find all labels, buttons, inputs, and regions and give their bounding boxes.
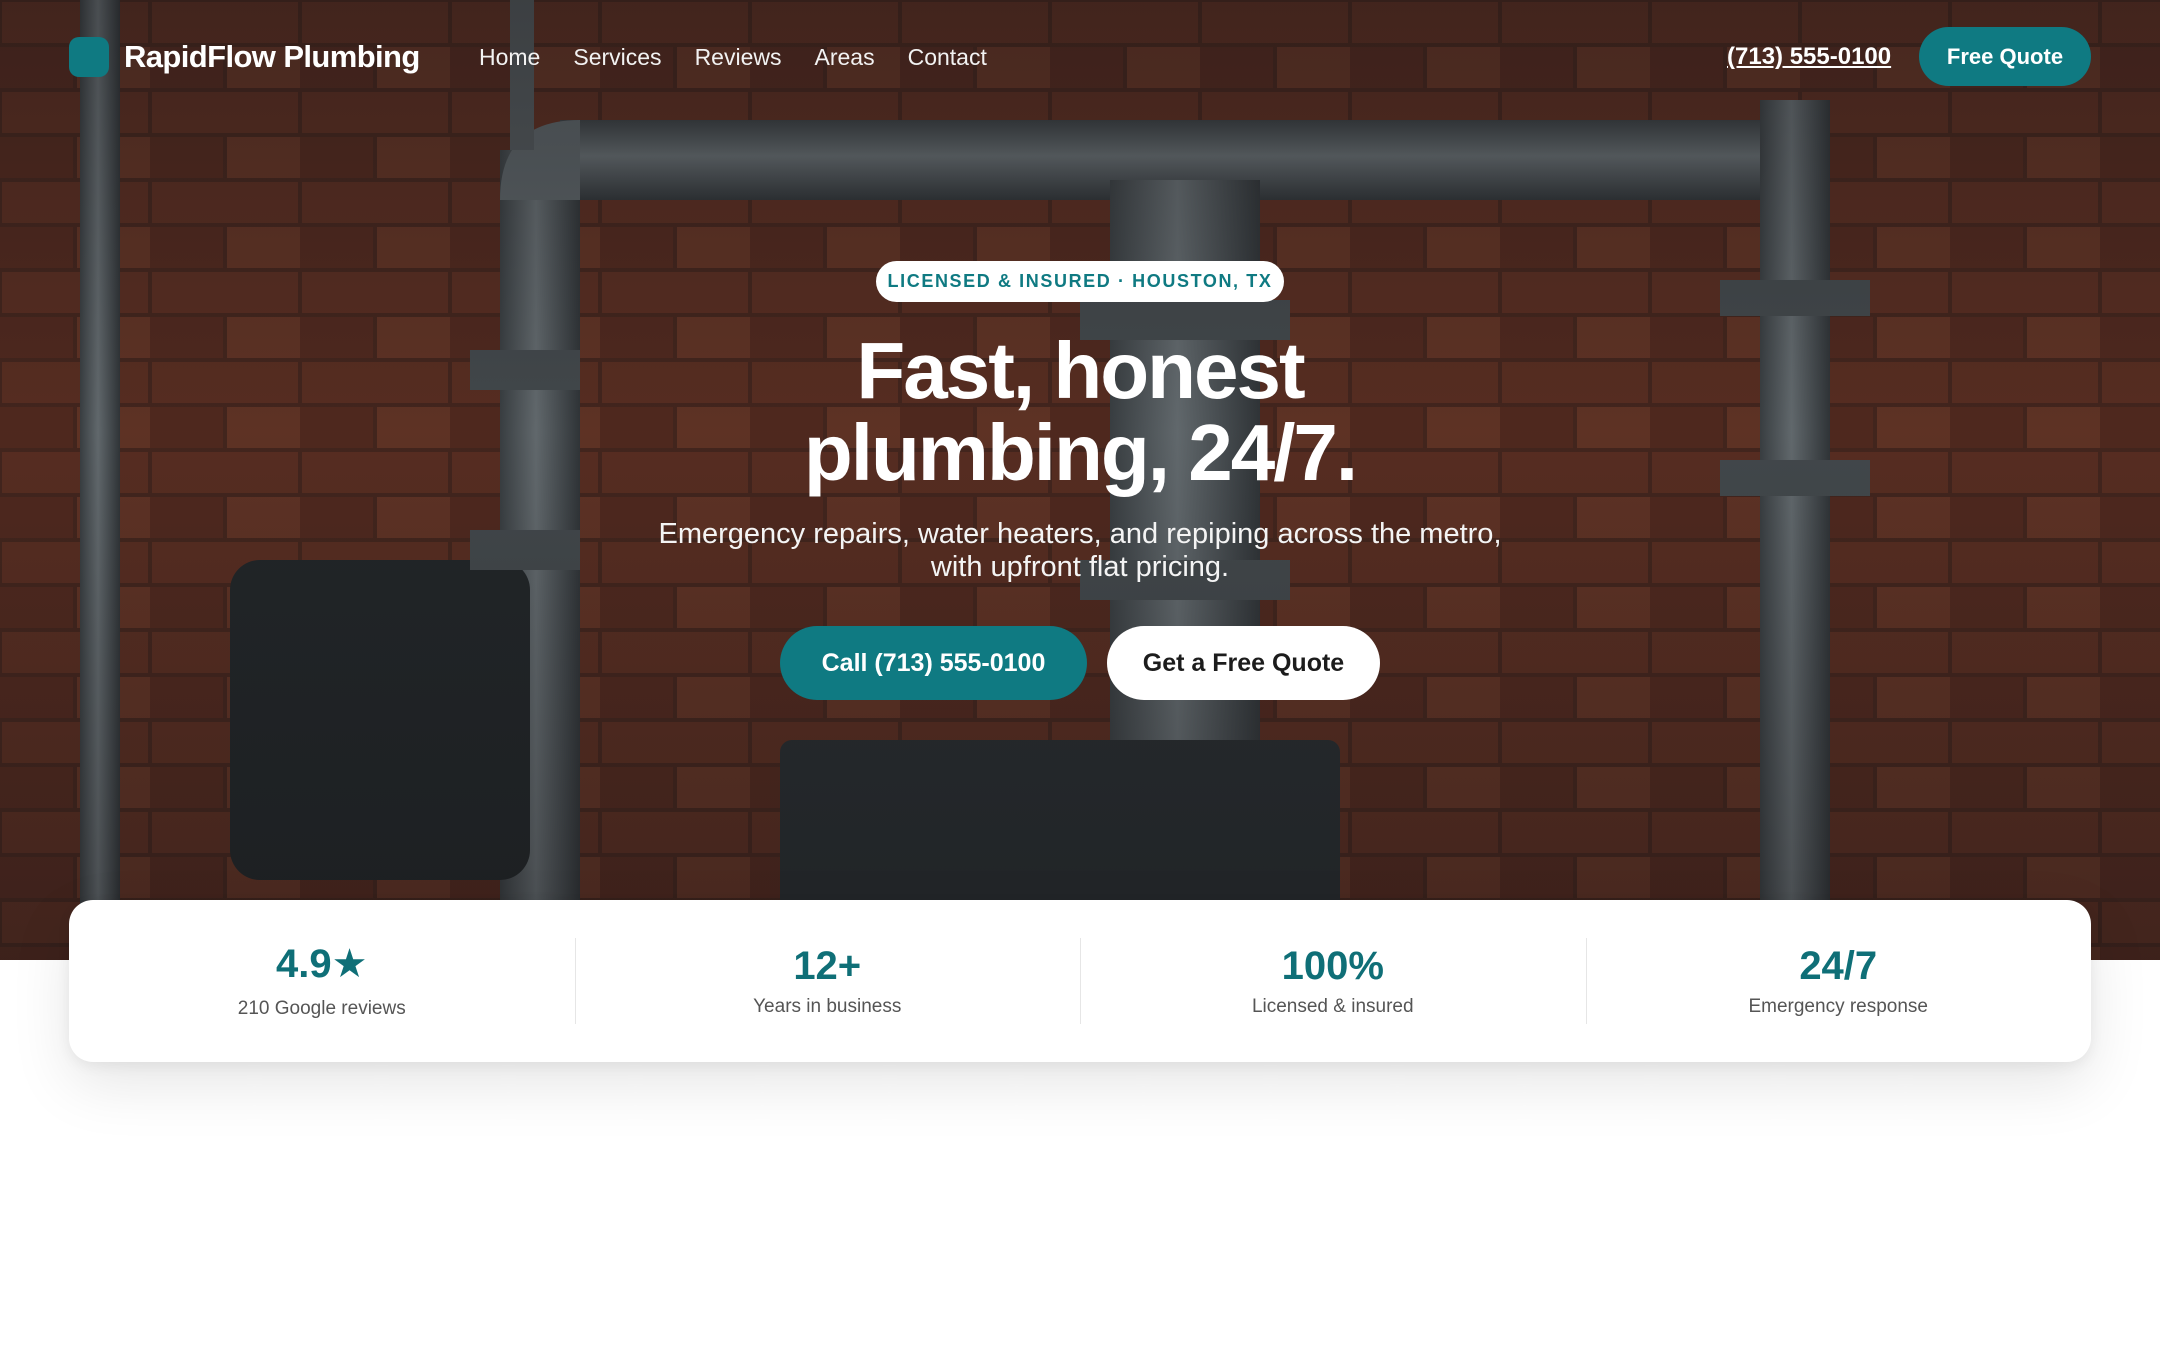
stats-card: 4.9★ 210 Google reviews 12+ Years in bus… (69, 900, 2091, 1062)
stat-value: 24/7 (1799, 944, 1878, 988)
headline-line-2: plumbing, 24/7. (803, 408, 1358, 497)
stat-rating: 4.9★ 210 Google reviews (69, 900, 575, 1062)
nav-link-contact[interactable]: Contact (908, 40, 987, 74)
stat-label: Years in business (753, 996, 902, 1017)
hero-subheading: Emergency repairs, water heaters, and re… (580, 518, 1580, 584)
subhead-line-2: with upfront flat pricing. (930, 551, 1230, 583)
nav-links: Home Services Reviews Areas Contact (479, 40, 987, 74)
stat-emergency: 24/7 Emergency response (1585, 900, 2092, 1062)
stat-value: 12+ (793, 944, 862, 988)
star-icon: ★ (331, 942, 368, 986)
hero-headline: Fast, honest plumbing, 24/7. (580, 330, 1580, 494)
brand-logo[interactable]: RapidFlow Plumbing (69, 37, 420, 77)
get-free-quote-button[interactable]: Get a Free Quote (1107, 626, 1380, 700)
rating-value: 4.9 (276, 942, 332, 986)
logo-mark-icon (69, 37, 109, 77)
subhead-line-1: Emergency repairs, water heaters, and re… (658, 518, 1502, 550)
nav-link-services[interactable]: Services (573, 40, 661, 74)
nav-link-areas[interactable]: Areas (814, 40, 874, 74)
top-navigation: RapidFlow Plumbing Home Services Reviews… (0, 0, 2160, 114)
location-badge: LICENSED & INSURED · HOUSTON, TX (876, 261, 1284, 302)
brand-name: RapidFlow Plumbing (124, 39, 420, 74)
nav-link-home[interactable]: Home (479, 40, 540, 74)
stat-label: 210 Google reviews (237, 998, 406, 1019)
stat-label: Emergency response (1748, 996, 1929, 1017)
stat-label: Licensed & insured (1251, 996, 1414, 1017)
nav-phone-link[interactable]: (713) 555-0100 (1727, 40, 1891, 74)
free-quote-button[interactable]: Free Quote (1919, 27, 2091, 86)
nav-link-reviews[interactable]: Reviews (695, 40, 782, 74)
call-phone-button[interactable]: Call (713) 555-0100 (780, 626, 1087, 700)
stat-value: 4.9★ (276, 941, 367, 987)
headline-line-1: Fast, honest (856, 326, 1305, 415)
stat-licensed: 100% Licensed & insured (1080, 900, 1586, 1062)
stat-years: 12+ Years in business (574, 900, 1081, 1062)
stat-value: 100% (1281, 944, 1384, 988)
hero-section: RapidFlow Plumbing Home Services Reviews… (0, 0, 2160, 960)
